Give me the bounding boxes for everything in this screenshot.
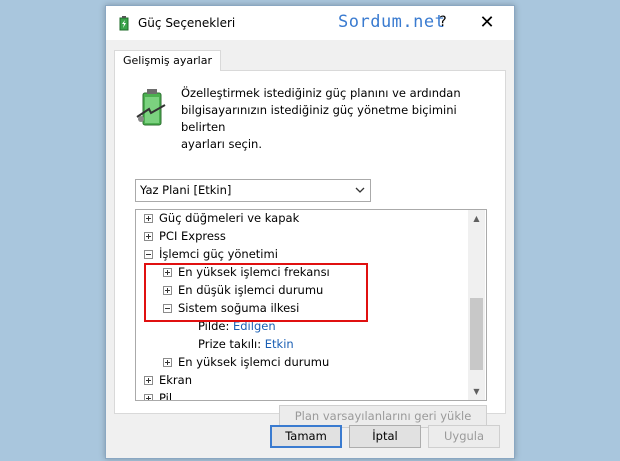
power-options-app-icon	[119, 16, 129, 31]
tree-item-label: Güç düğmeleri ve kapak	[159, 211, 300, 225]
expand-plus-icon[interactable]	[144, 376, 153, 385]
tree-item-label: En düşük işlemci durumu	[178, 283, 324, 297]
apply-button[interactable]: Uygula	[428, 425, 500, 448]
window-title: Güç Seçenekleri	[138, 16, 236, 30]
tree-item-label: PCI Express	[159, 229, 226, 243]
collapse-minus-icon[interactable]	[163, 304, 172, 313]
setting-value-on-battery[interactable]: Edilgen	[233, 319, 276, 333]
dialog-client-area: Gelişmiş ayarlar Özelleştirmek istediğin…	[106, 40, 514, 458]
tree-item-min-processor-state[interactable]: En düşük işlemci durumu	[163, 282, 323, 299]
setting-value-plugged-in[interactable]: Etkin	[265, 337, 294, 351]
tree-item-pci-express[interactable]: PCI Express	[144, 228, 226, 245]
tree-item-max-frequency[interactable]: En yüksek işlemci frekansı	[163, 264, 330, 281]
power-options-window: Güç Seçenekleri Sordum.net ? ✕ Gelişmiş …	[105, 5, 515, 459]
tree-item-on-battery: Pilde: Edilgen	[198, 318, 276, 335]
advanced-settings-panel: Özelleştirmek istediğiniz güç planını ve…	[114, 70, 506, 428]
expand-plus-icon[interactable]	[144, 394, 153, 400]
power-plan-selected-value: Yaz Plani [Etkin]	[140, 183, 232, 197]
chevron-down-icon	[355, 187, 365, 193]
tree-item-display[interactable]: Ekran	[144, 372, 192, 389]
expand-plus-icon[interactable]	[144, 214, 153, 223]
scroll-thumb[interactable]	[470, 298, 483, 370]
tree-item-power-buttons[interactable]: Güç düğmeleri ve kapak	[144, 210, 299, 227]
collapse-minus-icon[interactable]	[144, 250, 153, 259]
settings-tree-content: Güç düğmeleri ve kapak PCI Express İşlem…	[136, 210, 468, 400]
vertical-scrollbar[interactable]: ▲ ▼	[468, 210, 485, 400]
tree-item-label: En yüksek işlemci durumu	[178, 355, 330, 369]
tab-advanced-settings[interactable]: Gelişmiş ayarlar	[114, 50, 221, 71]
tree-item-label: En yüksek işlemci frekansı	[178, 265, 330, 279]
expand-plus-icon[interactable]	[163, 286, 172, 295]
title-bar[interactable]: Güç Seçenekleri Sordum.net ? ✕	[106, 6, 514, 40]
cancel-button[interactable]: İptal	[349, 425, 421, 448]
power-plan-select[interactable]: Yaz Plani [Etkin]	[135, 179, 371, 202]
tree-item-processor-power[interactable]: İşlemci güç yönetimi	[144, 246, 278, 263]
tree-item-label: Sistem soğuma ilkesi	[178, 301, 300, 315]
expand-plus-icon[interactable]	[144, 232, 153, 241]
close-button[interactable]: ✕	[476, 12, 498, 34]
tree-item-max-processor-state[interactable]: En yüksek işlemci durumu	[163, 354, 329, 371]
scroll-up-icon[interactable]: ▲	[468, 210, 485, 227]
tree-item-battery[interactable]: Pil	[144, 390, 172, 400]
help-button[interactable]: ?	[434, 14, 452, 32]
tree-item-plugged-in: Prize takılı: Etkin	[198, 336, 294, 353]
battery-plan-icon	[136, 89, 166, 126]
expand-plus-icon[interactable]	[163, 268, 172, 277]
tree-item-label: İşlemci güç yönetimi	[159, 247, 278, 261]
expand-plus-icon[interactable]	[163, 358, 172, 367]
watermark-text: Sordum.net	[338, 12, 446, 32]
tree-item-label: Pil	[159, 391, 173, 400]
settings-tree[interactable]: Güç düğmeleri ve kapak PCI Express İşlem…	[135, 209, 487, 401]
tree-item-label: Ekran	[159, 373, 192, 387]
setting-label-on-battery: Pilde:	[198, 319, 230, 333]
ok-button[interactable]: Tamam	[270, 425, 342, 448]
description-text: Özelleştirmek istediğiniz güç planını ve…	[181, 86, 461, 151]
setting-label-plugged-in: Prize takılı:	[198, 337, 262, 351]
scroll-down-icon[interactable]: ▼	[468, 383, 485, 400]
tree-item-cooling-policy[interactable]: Sistem soğuma ilkesi	[163, 300, 299, 317]
